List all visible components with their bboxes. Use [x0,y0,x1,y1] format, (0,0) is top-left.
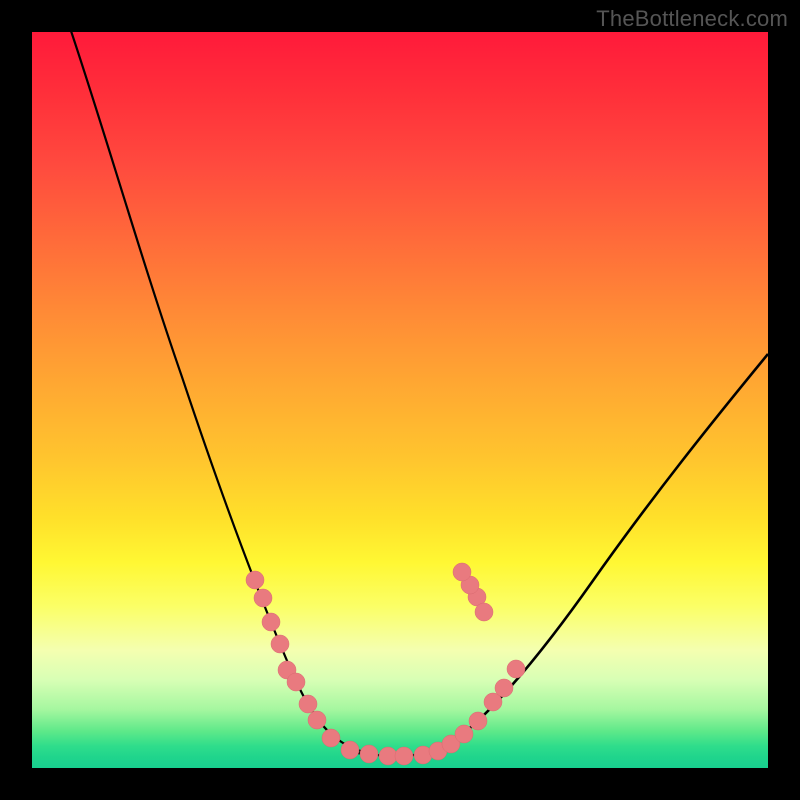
pink-dot [341,741,359,759]
plot-area [32,32,768,768]
pink-dot [254,589,272,607]
pink-dot [507,660,525,678]
pink-dot [299,695,317,713]
chart-frame: TheBottleneck.com [0,0,800,800]
pink-dot [246,571,264,589]
curves-layer [32,32,768,768]
pink-dot [287,673,305,691]
pink-dot [379,747,397,765]
pink-dot [271,635,289,653]
pink-dot [262,613,280,631]
pink-dots-group [246,563,525,765]
pink-dot [495,679,513,697]
watermark-text: TheBottleneck.com [596,6,788,32]
pink-dot [322,729,340,747]
pink-dot [475,603,493,621]
pink-dot [395,747,413,765]
left-curve [68,32,372,754]
pink-dot [469,712,487,730]
pink-dot [308,711,326,729]
pink-dot [453,563,471,581]
pink-dot [360,745,378,763]
right-curve [432,354,768,754]
pink-dot [455,725,473,743]
